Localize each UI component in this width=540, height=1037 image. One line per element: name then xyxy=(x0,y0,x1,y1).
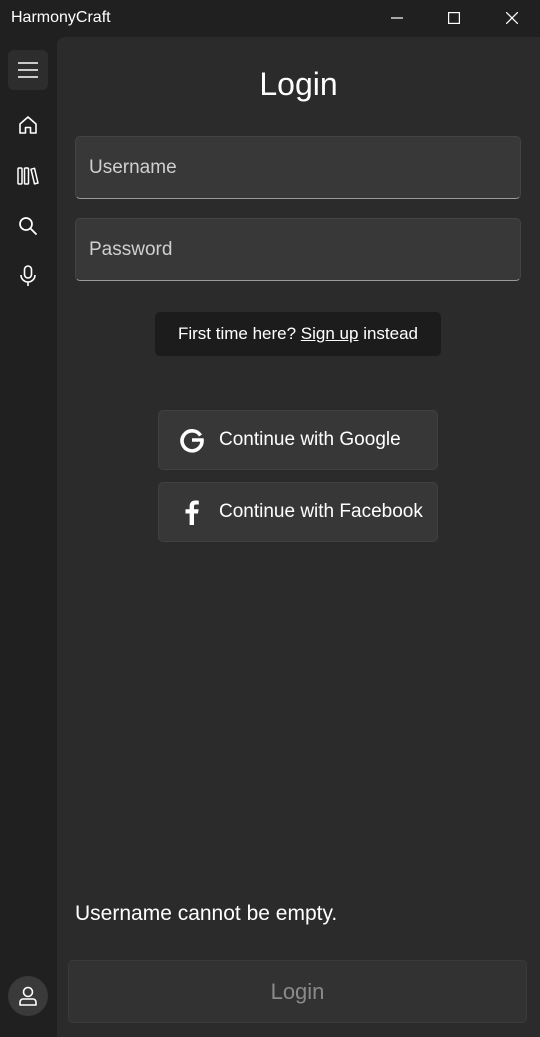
facebook-login-button[interactable]: Continue with Facebook xyxy=(158,482,438,542)
page-title: Login xyxy=(259,66,338,102)
search-icon xyxy=(19,217,37,235)
close-button[interactable] xyxy=(483,0,540,36)
password-input[interactable] xyxy=(76,219,520,280)
facebook-icon xyxy=(178,498,206,526)
app-title: HarmonyCraft xyxy=(11,9,111,26)
signup-link[interactable]: Sign up xyxy=(301,324,359,344)
password-field-container xyxy=(75,218,521,281)
validation-error: Username cannot be empty. xyxy=(75,902,338,925)
close-icon xyxy=(506,12,518,24)
maximize-icon xyxy=(448,12,460,24)
title-bar: HarmonyCraft xyxy=(0,0,540,36)
home-icon xyxy=(19,116,37,134)
nav-voice[interactable] xyxy=(8,256,48,296)
username-input[interactable] xyxy=(76,137,520,198)
minimize-icon xyxy=(391,17,403,19)
google-login-label: Continue with Google xyxy=(219,429,401,450)
google-login-button[interactable]: Continue with Google xyxy=(158,410,438,470)
microphone-icon xyxy=(20,265,36,286)
nav-home[interactable] xyxy=(8,105,48,145)
library-icon xyxy=(17,167,39,185)
sidebar xyxy=(0,36,57,1037)
app-window: HarmonyCraft Login Username First time h… xyxy=(0,0,540,1037)
account-button[interactable] xyxy=(8,976,48,1016)
nav-search[interactable] xyxy=(8,206,48,246)
menu-button[interactable] xyxy=(8,50,48,90)
username-field-container xyxy=(75,136,521,199)
signup-suffix: instead xyxy=(358,324,419,343)
google-icon xyxy=(178,426,206,454)
hamburger-menu-icon xyxy=(18,62,38,78)
signup-prompt: First time here? Sign up instead xyxy=(155,312,441,356)
minimize-button[interactable] xyxy=(368,0,426,36)
facebook-login-label: Continue with Facebook xyxy=(219,501,423,522)
user-icon xyxy=(19,986,37,1006)
nav-library[interactable] xyxy=(8,156,48,196)
maximize-button[interactable] xyxy=(425,0,483,36)
login-button[interactable]: Login xyxy=(68,960,527,1023)
signup-prefix: First time here? xyxy=(177,324,301,343)
login-panel: Login First time here? Sign up instead C… xyxy=(57,37,540,1037)
